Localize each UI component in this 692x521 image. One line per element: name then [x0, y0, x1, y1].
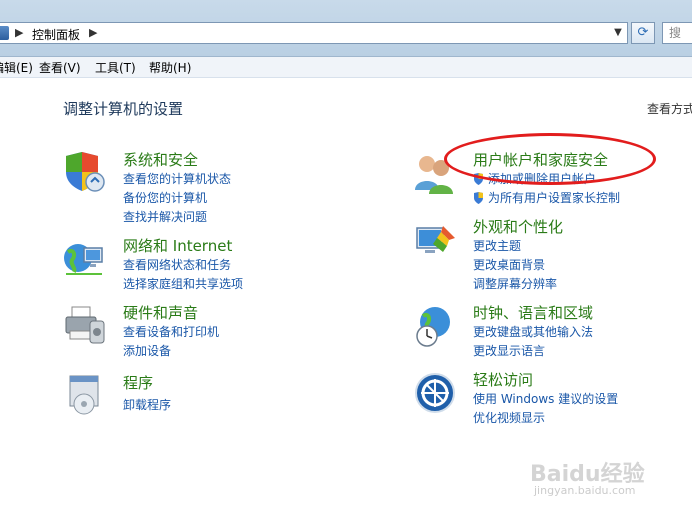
refresh-button[interactable]: ⟳	[631, 22, 655, 44]
search-input[interactable]: 搜	[662, 22, 692, 44]
category-appearance[interactable]: 外观和个性化	[473, 216, 563, 237]
page-title: 调整计算机的设置	[63, 100, 184, 118]
link-uninstall-program[interactable]: 卸载程序	[123, 396, 171, 413]
address-dropdown-icon[interactable]: ▼	[611, 24, 625, 42]
users-icon[interactable]	[413, 152, 457, 196]
link-view-computer-status[interactable]: 查看您的计算机状态	[123, 170, 231, 187]
link-windows-suggested-settings[interactable]: 使用 Windows 建议的设置	[473, 390, 618, 407]
menu-view[interactable]: 查看(V)	[39, 59, 81, 76]
category-hardware-sound[interactable]: 硬件和声音	[123, 302, 198, 323]
baidu-watermark-url: jingyan.baidu.com	[534, 484, 636, 497]
link-optimize-video[interactable]: 优化视频显示	[473, 409, 545, 426]
menu-tools[interactable]: 工具(T)	[95, 59, 136, 76]
link-keyboard-input[interactable]: 更改键盘或其他输入法	[473, 323, 593, 340]
link-change-theme[interactable]: 更改主题	[473, 237, 521, 254]
link-homegroup-sharing[interactable]: 选择家庭组和共享选项	[123, 275, 243, 292]
clock-globe-icon[interactable]	[413, 304, 457, 348]
uac-shield-icon	[474, 173, 483, 185]
breadcrumb-control-panel[interactable]: 控制面板	[32, 26, 80, 43]
link-add-remove-accounts[interactable]: 添加或删除用户帐户	[473, 170, 596, 187]
programs-icon[interactable]	[62, 372, 106, 416]
menu-edit[interactable]: 编辑(E)	[0, 59, 33, 76]
breadcrumb-chevron-icon[interactable]: ▶	[15, 26, 23, 39]
category-programs[interactable]: 程序	[123, 372, 153, 393]
link-backup-computer[interactable]: 备份您的计算机	[123, 189, 207, 206]
link-devices-printers[interactable]: 查看设备和打印机	[123, 323, 219, 340]
category-clock-language[interactable]: 时钟、语言和区域	[473, 302, 593, 323]
shield-icon[interactable]	[62, 150, 106, 194]
link-troubleshoot[interactable]: 查找并解决问题	[123, 208, 207, 225]
category-ease-of-access[interactable]: 轻松访问	[473, 369, 533, 390]
link-screen-resolution[interactable]: 调整屏幕分辨率	[473, 275, 557, 292]
ease-of-access-icon[interactable]	[413, 371, 457, 415]
printer-icon[interactable]	[62, 303, 106, 347]
category-system-security[interactable]: 系统和安全	[123, 149, 198, 170]
link-network-status[interactable]: 查看网络状态和任务	[123, 256, 231, 273]
network-globe-icon[interactable]	[62, 238, 106, 282]
link-add-device[interactable]: 添加设备	[123, 342, 171, 359]
refresh-icon: ⟳	[637, 25, 649, 40]
category-network-internet[interactable]: 网络和 Internet	[123, 235, 232, 256]
view-by-label[interactable]: 查看方式	[647, 100, 692, 117]
breadcrumb-chevron-icon[interactable]: ▶	[89, 26, 97, 39]
link-add-remove-accounts-label: 添加或删除用户帐户	[488, 172, 597, 186]
uac-shield-icon	[474, 192, 483, 204]
menu-help[interactable]: 帮助(H)	[149, 59, 191, 76]
category-user-accounts[interactable]: 用户帐户和家庭安全	[473, 149, 608, 170]
window-titlebar: ▶ 控制面板 ▶ ▼ ⟳ 搜	[0, 0, 692, 57]
link-parental-controls[interactable]: 为所有用户设置家长控制	[473, 189, 620, 206]
appearance-icon[interactable]	[413, 220, 457, 264]
link-desktop-background[interactable]: 更改桌面背景	[473, 256, 545, 273]
link-display-language[interactable]: 更改显示语言	[473, 342, 545, 359]
address-bar[interactable]: ▶ 控制面板 ▶ ▼	[0, 22, 628, 44]
link-parental-controls-label: 为所有用户设置家长控制	[488, 191, 621, 205]
control-panel-icon	[0, 26, 9, 40]
menu-bar: 编辑(E) 查看(V) 工具(T) 帮助(H)	[0, 57, 692, 78]
